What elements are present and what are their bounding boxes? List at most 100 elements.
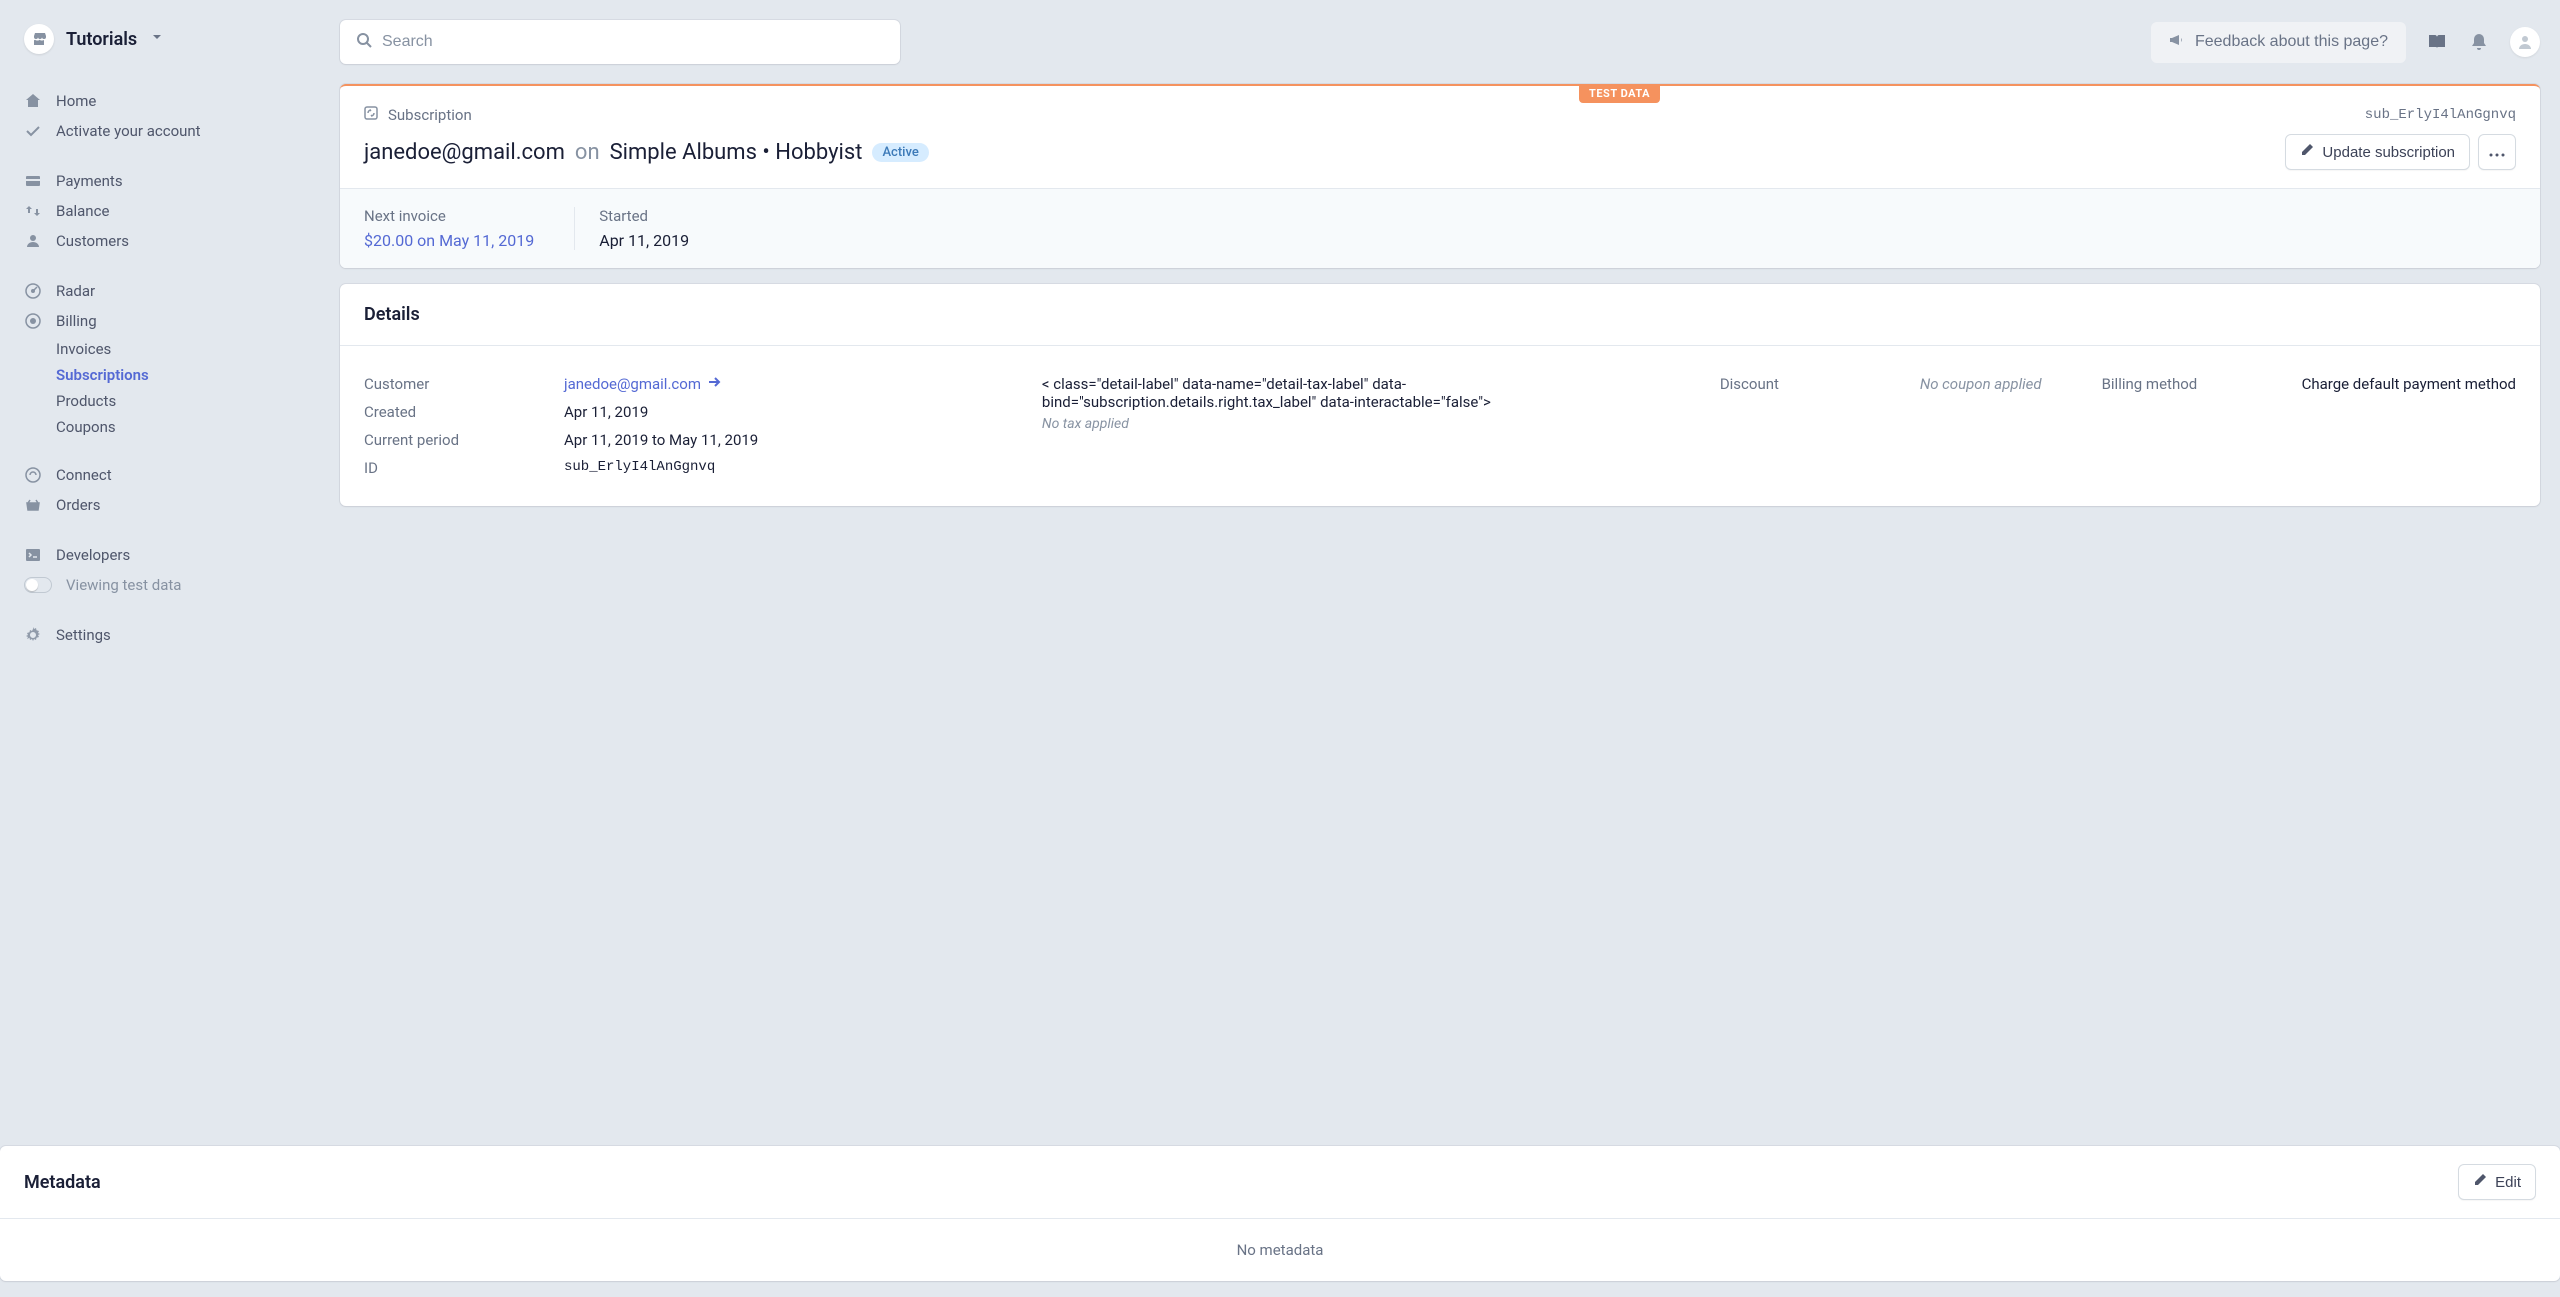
nav-orders[interactable]: Orders — [0, 490, 300, 520]
page-title: janedoe@gmail.com on Simple Albums • Hob… — [364, 140, 929, 165]
detail-period-label: Current period — [364, 431, 564, 449]
search-icon — [356, 32, 372, 52]
next-invoice-value[interactable]: $20.00 on May 11, 2019 — [364, 231, 534, 250]
nav-label: Customers — [56, 232, 129, 250]
details-card: Details Customer janedoe@gmail.com Creat… — [340, 284, 2540, 506]
nav-label: Payments — [56, 172, 123, 190]
nav-label: Orders — [56, 496, 101, 514]
nav-radar[interactable]: Radar — [0, 276, 300, 306]
detail-id-value: sub_ErlyI4lAnGgnvq — [564, 459, 715, 477]
subscription-card: TEST DATA Subscription sub_ErlyI4lAnGgnv… — [340, 84, 2540, 268]
account-name: Tutorials — [66, 29, 137, 50]
user-avatar[interactable] — [2510, 27, 2540, 57]
more-actions-button[interactable] — [2478, 134, 2516, 170]
metadata-card: Metadata Edit No metadata — [0, 1146, 2560, 1281]
breadcrumb-label: Subscription — [388, 106, 472, 124]
detail-billing-label: Billing method — [2102, 375, 2302, 477]
docs-icon[interactable] — [2426, 31, 2448, 53]
card-icon — [24, 172, 42, 190]
nav-connect[interactable]: Connect — [0, 460, 300, 490]
metadata-heading: Metadata — [24, 1172, 101, 1193]
title-on: on — [575, 140, 600, 165]
status-badge: Active — [872, 143, 928, 162]
nav-settings[interactable]: Settings — [0, 620, 300, 650]
detail-created-value: Apr 11, 2019 — [564, 403, 648, 421]
check-icon — [24, 122, 42, 140]
subscription-id-top: sub_ErlyI4lAnGgnvq — [2365, 107, 2516, 123]
nav-label: Billing — [56, 312, 97, 330]
topbar: Feedback about this page? — [340, 20, 2540, 64]
transfer-icon — [24, 202, 42, 220]
nav-label: Radar — [56, 282, 95, 300]
detail-billing-value: Charge default payment method — [2302, 375, 2516, 477]
search-input[interactable] — [382, 33, 884, 51]
customer-link-text: janedoe@gmail.com — [564, 375, 701, 393]
nav-activate[interactable]: Activate your account — [0, 116, 300, 146]
main-content: Feedback about this page? TEST DATA Subs… — [300, 0, 2560, 1146]
nav-test-mode[interactable]: Viewing test data — [0, 570, 300, 600]
detail-id-label: ID — [364, 459, 564, 477]
nav-home[interactable]: Home — [0, 86, 300, 116]
bell-icon[interactable] — [2468, 31, 2490, 53]
button-label: Update subscription — [2322, 144, 2455, 161]
basket-icon — [24, 496, 42, 514]
nav-billing[interactable]: Billing — [0, 306, 300, 336]
button-label: Edit — [2495, 1174, 2521, 1191]
breadcrumb: Subscription — [364, 106, 472, 124]
person-icon — [24, 232, 42, 250]
refresh-icon — [364, 106, 378, 124]
storefront-icon — [24, 24, 54, 54]
home-icon — [24, 92, 42, 110]
terminal-icon — [24, 546, 42, 564]
nav-label: Connect — [56, 466, 112, 484]
summary-row: Next invoice $20.00 on May 11, 2019 Star… — [340, 188, 2540, 268]
nav-payments[interactable]: Payments — [0, 166, 300, 196]
next-invoice-label: Next invoice — [364, 207, 534, 225]
nav-label: Home — [56, 92, 96, 110]
connect-icon — [24, 466, 42, 484]
sidebar: Tutorials Home Activate your account Pay… — [0, 0, 300, 1146]
pencil-icon — [2300, 143, 2314, 161]
nav-invoices[interactable]: Invoices — [0, 336, 300, 362]
account-switcher[interactable]: Tutorials — [0, 24, 300, 82]
detail-discount-label: Discount — [1720, 375, 1920, 477]
nav-products[interactable]: Products — [0, 388, 300, 414]
chevron-down-icon — [151, 31, 163, 47]
started-label: Started — [599, 207, 689, 225]
more-icon — [2489, 144, 2505, 161]
details-heading: Details — [340, 284, 2540, 345]
detail-tax-value: No tax applied — [1042, 416, 1660, 432]
billing-icon — [24, 312, 42, 330]
detail-discount-value: No coupon applied — [1920, 375, 2042, 477]
feedback-button[interactable]: Feedback about this page? — [2151, 22, 2406, 63]
radar-icon — [24, 282, 42, 300]
feedback-label: Feedback about this page? — [2195, 33, 2388, 51]
nav-subscriptions[interactable]: Subscriptions — [0, 362, 300, 388]
nav-label: Viewing test data — [66, 576, 181, 594]
nav-customers[interactable]: Customers — [0, 226, 300, 256]
nav-developers[interactable]: Developers — [0, 540, 300, 570]
update-subscription-button[interactable]: Update subscription — [2285, 134, 2470, 170]
nav-balance[interactable]: Balance — [0, 196, 300, 226]
search-box[interactable] — [340, 20, 900, 64]
nav-coupons[interactable]: Coupons — [0, 414, 300, 440]
title-plan: Simple Albums • Hobbyist — [610, 140, 863, 165]
title-email: janedoe@gmail.com — [364, 140, 565, 165]
megaphone-icon — [2169, 32, 2185, 53]
nav-label: Developers — [56, 546, 130, 564]
nav-label: Settings — [56, 626, 111, 644]
nav-label: Activate your account — [56, 122, 201, 140]
gear-icon — [24, 626, 42, 644]
test-data-badge: TEST DATA — [1579, 84, 1660, 103]
detail-customer-value[interactable]: janedoe@gmail.com — [564, 375, 721, 393]
started-value: Apr 11, 2019 — [599, 231, 689, 250]
nav-label: Balance — [56, 202, 109, 220]
toggle-icon — [24, 577, 52, 593]
detail-created-label: Created — [364, 403, 564, 421]
metadata-empty: No metadata — [0, 1218, 2560, 1281]
detail-customer-label: Customer — [364, 375, 564, 393]
pencil-icon — [2473, 1173, 2487, 1191]
arrow-right-icon — [707, 375, 721, 393]
edit-metadata-button[interactable]: Edit — [2458, 1164, 2536, 1200]
detail-period-value: Apr 11, 2019 to May 11, 2019 — [564, 431, 758, 449]
